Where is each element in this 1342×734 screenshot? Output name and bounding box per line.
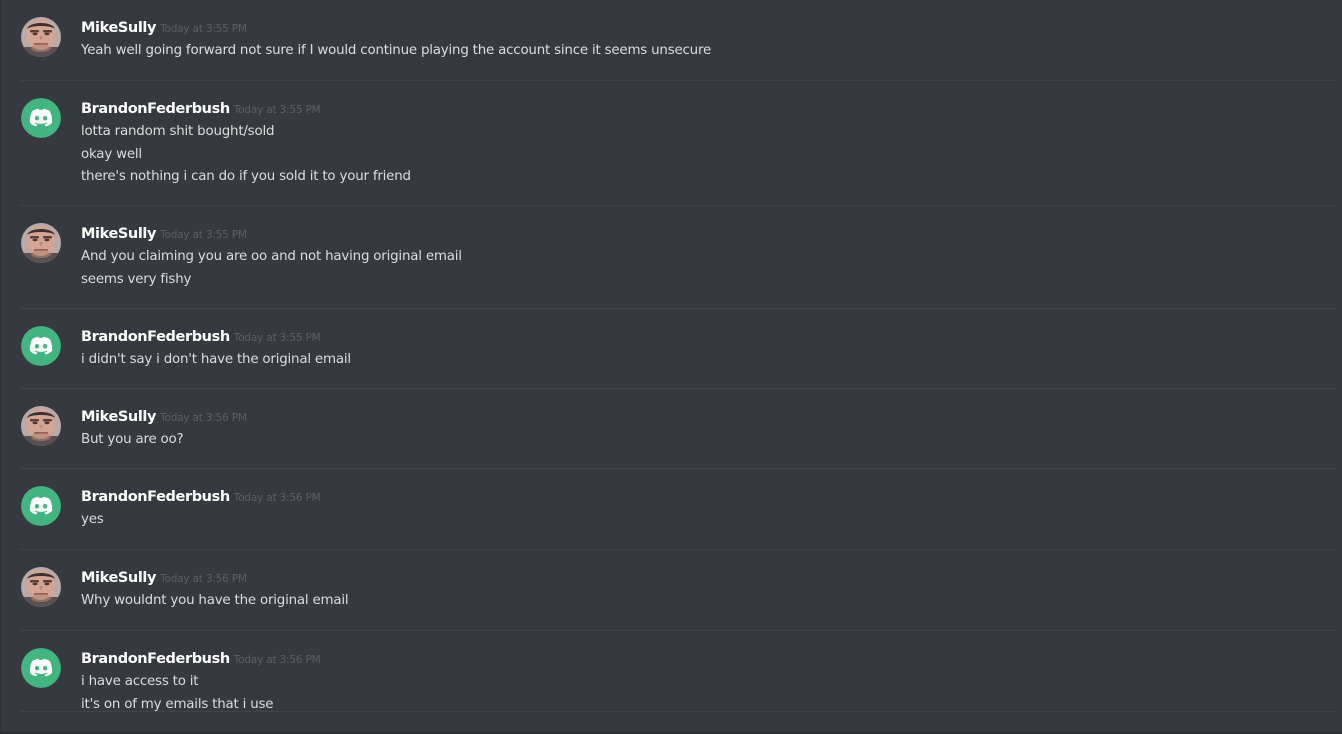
message-content: Yeah well going forward not sure if I wo… <box>81 40 711 63</box>
avatar[interactable] <box>21 223 61 263</box>
message[interactable]: MikeSully Today at 3:56 PM But you are oo? <box>0 389 1342 469</box>
username[interactable]: MikeSully <box>81 226 156 242</box>
message-list[interactable]: MikeSully Today at 3:55 PM Yeah well going… <box>0 0 1342 734</box>
message-header: BrandonFederbush Today at 3:55 PM <box>81 98 321 120</box>
user-photo <box>21 223 61 263</box>
avatar[interactable] <box>21 17 61 57</box>
timestamp[interactable]: Today at 3:55 PM <box>160 23 247 35</box>
message[interactable]: BrandonFederbush Today at 3:55 PM lotta ra… <box>0 81 1342 206</box>
username[interactable]: BrandonFederbush <box>81 101 230 117</box>
message-text: i have access to it <box>81 674 199 689</box>
message[interactable]: BrandonFederbush Today at 3:56 PM yes <box>0 469 1342 550</box>
username[interactable]: BrandonFederbush <box>81 489 230 505</box>
message-text: Why wouldnt you have the original email <box>81 593 349 608</box>
message-content: Why wouldnt you have the original email <box>81 590 349 613</box>
message-header: MikeSully Today at 3:55 PM <box>81 223 247 245</box>
message-content: i didn't say i don't have the original e… <box>81 349 351 372</box>
message-content: But you are oo? <box>81 429 184 452</box>
username[interactable]: MikeSully <box>81 570 156 586</box>
message-content: And you claiming you are oo and not havi… <box>81 246 462 291</box>
username[interactable]: MikeSully <box>81 20 156 36</box>
avatar[interactable] <box>21 98 61 138</box>
timestamp[interactable]: Today at 3:56 PM <box>234 654 321 666</box>
message-divider <box>20 711 1336 712</box>
username[interactable]: MikeSully <box>81 409 156 425</box>
avatar[interactable] <box>21 486 61 526</box>
message[interactable]: MikeSully Today at 3:56 PM Why wouldnt you… <box>0 550 1342 631</box>
message-content: lotta random shit bought/sold okay well th… <box>81 121 411 189</box>
message-text: there's nothing i can do if you sold it … <box>81 169 411 184</box>
message-text: But you are oo? <box>81 432 184 447</box>
message-header: MikeSully Today at 3:56 PM <box>81 406 247 428</box>
username[interactable]: BrandonFederbush <box>81 329 230 345</box>
message-text: it's on of my emails that i use <box>81 696 274 712</box>
timestamp[interactable]: Today at 3:56 PM <box>160 573 247 585</box>
message-text: Yeah well going forward not sure if I wo… <box>81 43 712 58</box>
discord-logo-icon <box>21 648 61 688</box>
message-text: yes <box>81 512 104 527</box>
avatar[interactable] <box>21 406 61 446</box>
message-content: yes <box>81 509 104 532</box>
user-photo <box>21 17 61 57</box>
avatar[interactable] <box>21 326 61 366</box>
message-text: lotta random shit bought/sold <box>81 124 275 139</box>
user-photo <box>21 406 61 446</box>
timestamp[interactable]: Today at 3:55 PM <box>160 229 247 241</box>
avatar[interactable] <box>21 648 61 688</box>
timestamp[interactable]: Today at 3:56 PM <box>234 492 321 504</box>
message-header: MikeSully Today at 3:55 PM <box>81 17 247 39</box>
message[interactable]: BrandonFederbush Today at 3:55 PM i didn't… <box>0 309 1342 389</box>
message-header: BrandonFederbush Today at 3:56 PM <box>81 648 321 670</box>
username[interactable]: BrandonFederbush <box>81 651 230 667</box>
message[interactable]: MikeSully Today at 3:55 PM And you claimin… <box>0 206 1342 309</box>
message-content: i have access to it it's on of my emails … <box>81 671 274 716</box>
message-text: And you claiming you are oo and not havi… <box>81 249 462 264</box>
timestamp[interactable]: Today at 3:55 PM <box>234 104 321 116</box>
message[interactable]: BrandonFederbush Today at 3:56 PM i have a… <box>0 631 1342 712</box>
user-photo <box>21 567 61 607</box>
discord-logo-icon <box>21 98 61 138</box>
avatar[interactable] <box>21 567 61 607</box>
message-header: MikeSully Today at 3:56 PM <box>81 567 247 589</box>
message-header: BrandonFederbush Today at 3:56 PM <box>81 486 321 508</box>
message[interactable]: MikeSully Today at 3:55 PM Yeah well going… <box>0 0 1342 81</box>
message-text: i didn't say i don't have the original e… <box>81 352 351 367</box>
message-header: BrandonFederbush Today at 3:55 PM <box>81 326 321 348</box>
message-text: okay well <box>81 146 142 162</box>
message-text: seems very fishy <box>81 271 192 287</box>
timestamp[interactable]: Today at 3:56 PM <box>160 412 247 424</box>
timestamp[interactable]: Today at 3:55 PM <box>234 332 321 344</box>
discord-logo-icon <box>21 486 61 526</box>
discord-logo-icon <box>21 326 61 366</box>
